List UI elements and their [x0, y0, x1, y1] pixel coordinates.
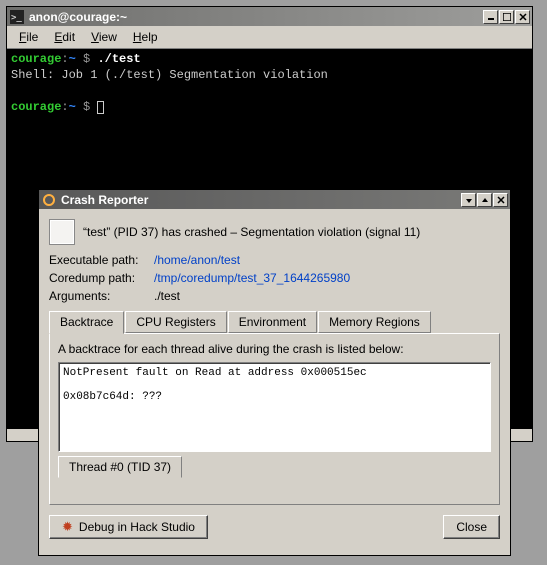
- exec-path-label: Executable path:: [49, 253, 154, 267]
- backtrace-fault-line: NotPresent fault on Read at address 0x00…: [63, 367, 367, 379]
- coredump-path-link[interactable]: /tmp/coredump/test_37_1644265980: [154, 271, 350, 285]
- bug-icon: ✹: [62, 519, 73, 535]
- backtrace-box[interactable]: NotPresent fault on Read at address 0x00…: [58, 362, 491, 452]
- crash-app-icon: [41, 192, 57, 208]
- command-text: ./test: [97, 52, 140, 66]
- crash-heading: “test” (PID 37) has crashed – Segmentati…: [83, 225, 420, 239]
- tab-environment[interactable]: Environment: [228, 311, 317, 333]
- crash-max-button[interactable]: [477, 193, 492, 207]
- terminal-minimize-button[interactable]: [483, 10, 498, 24]
- tab-backtrace[interactable]: Backtrace: [49, 311, 124, 334]
- close-button[interactable]: Close: [443, 515, 500, 539]
- prompt-path: ~: [69, 52, 76, 66]
- terminal-title: anon@courage:~: [29, 10, 483, 24]
- debug-in-hack-studio-button[interactable]: ✹ Debug in Hack Studio: [49, 515, 208, 539]
- backtrace-caption: A backtrace for each thread alive during…: [58, 342, 491, 356]
- menu-view[interactable]: View: [83, 28, 125, 46]
- crash-reporter-window: Crash Reporter “test” (PID 37) has crash…: [38, 189, 511, 556]
- tab-memory-regions[interactable]: Memory Regions: [318, 311, 431, 333]
- terminal-titlebar[interactable]: >_ anon@courage:~: [7, 7, 532, 26]
- terminal-close-button[interactable]: [515, 10, 530, 24]
- crash-min-button[interactable]: [461, 193, 476, 207]
- menu-edit[interactable]: Edit: [46, 28, 83, 46]
- thread-tab-0[interactable]: Thread #0 (TID 37): [58, 456, 182, 478]
- crash-titlebar[interactable]: Crash Reporter: [39, 190, 510, 209]
- close-button-label: Close: [456, 520, 487, 534]
- crash-close-button[interactable]: [493, 193, 508, 207]
- terminal-menubar: Fdocument.currentScript.previousElementS…: [7, 26, 532, 49]
- prompt-host: courage: [11, 52, 61, 66]
- tab-panel: A backtrace for each thread alive during…: [49, 333, 500, 505]
- tab-strip: Backtrace CPU Registers Environment Memo…: [49, 311, 500, 333]
- tab-cpu-registers[interactable]: CPU Registers: [125, 311, 226, 333]
- terminal-maximize-button[interactable]: [499, 10, 514, 24]
- svg-text:>_: >_: [11, 13, 22, 23]
- terminal-app-icon: >_: [9, 9, 25, 25]
- terminal-cursor: [97, 101, 104, 114]
- args-label: Arguments:: [49, 289, 154, 303]
- coredump-path-label: Coredump path:: [49, 271, 154, 285]
- crashed-app-icon: [49, 219, 75, 245]
- crash-title: Crash Reporter: [61, 193, 461, 207]
- terminal-output: Shell: Job 1 (./test) Segmentation viola…: [11, 67, 528, 83]
- backtrace-frame-0: 0x08b7c64d: ???: [63, 391, 162, 403]
- crash-body: “test” (PID 37) has crashed – Segmentati…: [39, 209, 510, 549]
- menu-file[interactable]: Fdocument.currentScript.previousElementS…: [11, 28, 46, 46]
- args-value: ./test: [154, 289, 180, 303]
- menu-help[interactable]: Help: [125, 28, 166, 46]
- exec-path-link[interactable]: /home/anon/test: [154, 253, 240, 267]
- debug-button-label: Debug in Hack Studio: [79, 520, 195, 534]
- prompt-symbol: $: [83, 52, 90, 66]
